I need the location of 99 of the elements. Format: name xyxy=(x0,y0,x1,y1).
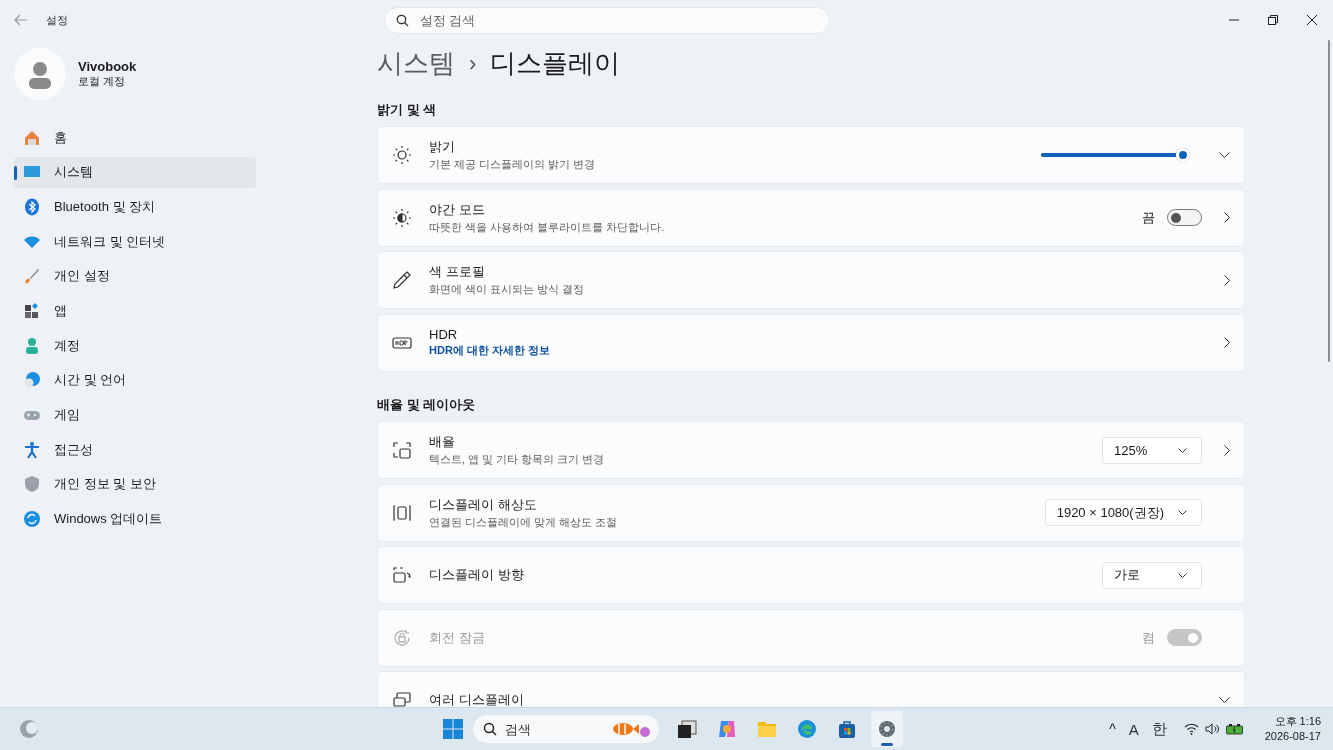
setting-title: 디스플레이 해상도 xyxy=(429,495,538,514)
search-field[interactable]: 설정 검색 xyxy=(383,6,830,34)
setting-description: 텍스트, 앱 및 기타 항목의 크기 변경 xyxy=(429,452,606,467)
window-title: 설정 xyxy=(46,12,68,28)
lock-icon xyxy=(392,627,412,648)
shield-icon xyxy=(23,475,41,494)
clock-date[interactable]: 2026-08-17 xyxy=(1264,729,1321,744)
avatar-icon xyxy=(14,48,66,100)
setting-title: 배율 xyxy=(429,433,456,451)
volume-icon[interactable] xyxy=(1204,723,1220,735)
setting-card[interactable]: 여러 디스플레이 xyxy=(377,671,1245,707)
nav-item[interactable]: 개인 정보 및 보안 xyxy=(14,468,256,500)
setting-card[interactable]: 디스플레이 방향 가로 xyxy=(377,546,1245,604)
battery-icon[interactable] xyxy=(1225,723,1244,735)
ime-indicator[interactable]: 한 xyxy=(1151,719,1167,739)
caret-icon xyxy=(1178,447,1187,453)
caret-icon xyxy=(1178,510,1187,515)
copilot-icon xyxy=(716,718,738,740)
setting-description: 기본 제공 디스플레이의 밝기 변경 xyxy=(429,157,597,172)
dropdown[interactable]: 가로 xyxy=(1102,561,1202,589)
scrollbar[interactable] xyxy=(1328,40,1330,362)
sun-icon xyxy=(392,145,412,165)
nav-item[interactable]: 앱 xyxy=(14,295,256,327)
setting-title: 밝기 xyxy=(429,138,456,156)
chevron-right-icon[interactable] xyxy=(1224,274,1230,286)
home-icon xyxy=(23,128,41,147)
settings-icon xyxy=(876,718,898,740)
edge-icon xyxy=(796,718,818,740)
nav-item[interactable]: 게임 xyxy=(14,399,256,431)
nav-item[interactable]: 홈 xyxy=(14,122,256,153)
bluetooth-icon xyxy=(23,197,41,216)
setting-title: 회전 잠금 xyxy=(429,628,486,647)
nav-item[interactable]: 개인 설정 xyxy=(14,260,256,292)
setting-card[interactable]: 야간 모드 따뜻한 색을 사용하여 블루라이트를 차단합니다. 끔 xyxy=(377,188,1245,247)
dropdown[interactable]: 1920 × 1080(권장) xyxy=(1044,499,1202,526)
orientation-icon xyxy=(392,565,412,585)
toggle-switch[interactable] xyxy=(1167,209,1202,226)
setting-card[interactable]: 밝기 기본 제공 디스플레이의 밝기 변경 xyxy=(377,126,1245,184)
wifi-icon[interactable] xyxy=(1183,723,1199,735)
setting-title: 야간 모드 xyxy=(429,200,486,219)
input-indicator[interactable]: A xyxy=(1128,720,1139,738)
chevron-down-icon[interactable] xyxy=(1219,152,1230,158)
monitors-icon xyxy=(392,690,412,707)
restore-icon[interactable] xyxy=(1268,15,1278,25)
breadcrumb-parent[interactable]: 시스템 xyxy=(377,46,455,81)
setting-card[interactable]: 배율 텍스트, 앱 및 기타 항목의 크기 변경 125% xyxy=(377,421,1245,479)
search-icon xyxy=(395,13,409,27)
search-icon xyxy=(483,722,497,736)
setting-title: 색 프로필 xyxy=(429,263,486,281)
nav-item[interactable]: Bluetooth 및 장치 xyxy=(14,191,256,223)
setting-title: HDR xyxy=(429,327,459,342)
update-icon xyxy=(23,510,41,529)
account-type: 로컬 계정 xyxy=(78,74,127,89)
chevron-right-icon[interactable] xyxy=(1224,212,1230,223)
setting-title: 디스플레이 방향 xyxy=(429,566,525,584)
brush-icon xyxy=(23,267,41,286)
chevron-right-icon[interactable] xyxy=(1224,444,1230,456)
person-icon xyxy=(23,336,41,355)
apps-icon xyxy=(23,301,41,320)
setting-card[interactable]: HDR HDR에 대한 자세한 정보 xyxy=(377,313,1245,372)
setting-description: 따뜻한 색을 사용하여 블루라이트를 차단합니다. xyxy=(429,219,666,235)
dropdown[interactable]: 125% xyxy=(1102,436,1202,464)
nav-item[interactable]: 시간 및 언어 xyxy=(14,364,256,396)
slider-thumb[interactable] xyxy=(1175,148,1190,162)
info-link[interactable]: HDR에 대한 자세한 정보 xyxy=(429,343,1202,358)
taskbar-app[interactable] xyxy=(871,711,903,747)
chevron-down-icon[interactable] xyxy=(1219,697,1230,703)
toggle-state: 켬 xyxy=(1142,628,1155,647)
breadcrumb-separator: › xyxy=(469,50,477,77)
caret-icon xyxy=(1178,572,1187,578)
store-icon xyxy=(836,718,858,740)
setting-card[interactable]: 색 프로필 화면에 색이 표시되는 방식 결정 xyxy=(377,251,1245,309)
pen-icon xyxy=(392,270,412,290)
section-title: 밝기 및 색 xyxy=(377,101,438,119)
nav-item[interactable]: 시스템 xyxy=(14,156,256,188)
night-icon xyxy=(392,207,412,228)
overflow-caret[interactable]: ^ xyxy=(1109,721,1116,737)
setting-title: 여러 디스플레이 xyxy=(429,691,525,707)
setting-description: 연결된 디스플레이에 맞게 해상도 조절 xyxy=(429,514,619,530)
setting-card[interactable]: 디스플레이 해상도 연결된 디스플레이에 맞게 해상도 조절 1920 × 1080(권장) xyxy=(377,483,1245,542)
toggle-state: 끔 xyxy=(1142,208,1155,227)
close-icon[interactable] xyxy=(1307,15,1317,25)
scale-icon xyxy=(392,440,412,460)
start-icon[interactable] xyxy=(443,719,463,739)
profile-name: Vivobook xyxy=(78,59,137,74)
resolution-icon xyxy=(392,502,412,523)
setting-description: 화면에 색이 표시되는 방식 결정 xyxy=(429,282,586,297)
nav-item[interactable]: 계정 xyxy=(14,330,256,362)
taskbar-search-field[interactable]: 검색 xyxy=(473,715,659,743)
taskview-icon xyxy=(676,718,698,740)
nav-item[interactable]: Windows 업데이트 xyxy=(14,503,256,535)
clock-time[interactable]: 오후 1:16 xyxy=(1274,714,1321,729)
page-title: 디스플레이 xyxy=(490,47,621,80)
accessibility-icon xyxy=(23,440,41,459)
globe-icon xyxy=(23,371,41,390)
section-title: 배율 및 레이아웃 xyxy=(377,396,477,414)
nav-item[interactable]: 네트워크 및 인터넷 xyxy=(14,226,256,258)
nav-item[interactable]: 접근성 xyxy=(14,434,256,466)
chevron-right-icon[interactable] xyxy=(1224,337,1230,348)
